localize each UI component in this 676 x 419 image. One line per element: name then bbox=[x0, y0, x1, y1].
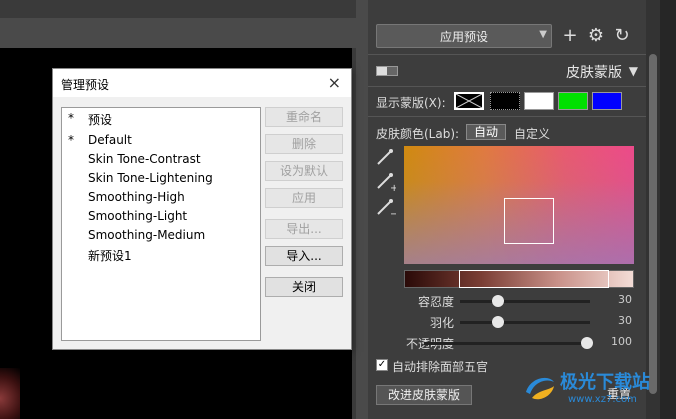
watermark: 极光下载站 www.xz7.com bbox=[516, 366, 676, 419]
slider-knob[interactable] bbox=[581, 337, 593, 349]
manage-presets-dialog: 管理预设 × * 预设 * Default Skin Tone-Contrast S… bbox=[52, 68, 352, 350]
show-mask-label: 显示蒙版(X): bbox=[376, 96, 446, 110]
mask-swatch-blue[interactable] bbox=[592, 92, 622, 110]
mask-swatch-black[interactable] bbox=[490, 92, 520, 110]
section-header[interactable]: 皮肤蒙版 ▼ bbox=[368, 58, 646, 84]
rename-button[interactable]: 重命名 bbox=[265, 107, 343, 127]
divider bbox=[368, 86, 646, 87]
watermark-url: www.xz7.com bbox=[568, 394, 637, 405]
list-item[interactable]: Smoothing-Medium bbox=[62, 225, 260, 244]
slider-label: 容忍度 bbox=[417, 295, 454, 309]
preset-list[interactable]: * 预设 * Default Skin Tone-Contrast Skin Ton… bbox=[61, 107, 261, 341]
custom-label[interactable]: 自定义 bbox=[514, 125, 550, 142]
window-edge bbox=[660, 0, 676, 419]
list-item[interactable]: 新预设1 bbox=[62, 244, 260, 263]
panel-splitter[interactable] bbox=[356, 0, 368, 419]
tone-range-selection[interactable] bbox=[459, 270, 609, 288]
skin-color-label: 皮肤颜色(Lab): bbox=[376, 127, 460, 141]
preset-dropdown[interactable]: 应用预设 ▼ bbox=[376, 24, 552, 48]
eyedropper-icon[interactable] bbox=[376, 148, 396, 168]
color-selection-box[interactable] bbox=[504, 198, 554, 244]
watermark-text: 极光下载站 bbox=[560, 372, 650, 393]
watermark-logo-icon bbox=[526, 377, 554, 400]
slider-track[interactable] bbox=[460, 321, 590, 324]
auto-exclude-checkbox[interactable]: ✓ bbox=[376, 359, 388, 371]
refresh-icon[interactable]: ↻ bbox=[612, 26, 632, 46]
panel-scrollbar[interactable] bbox=[646, 0, 660, 419]
tone-range-bar[interactable] bbox=[404, 270, 634, 288]
toggle-icon[interactable] bbox=[376, 66, 398, 76]
list-item[interactable]: Skin Tone-Contrast bbox=[62, 149, 260, 168]
canvas-toolbar-strip bbox=[0, 18, 360, 48]
slider-value: 100 bbox=[611, 335, 632, 348]
dialog-title: 管理预设 bbox=[61, 78, 110, 92]
chevron-down-icon[interactable]: ▼ bbox=[629, 64, 638, 78]
slider-label: 羽化 bbox=[429, 316, 454, 330]
slider-track[interactable] bbox=[460, 300, 590, 303]
svg-text:−: − bbox=[390, 209, 396, 218]
auto-button[interactable]: 自动 bbox=[466, 124, 506, 140]
list-item[interactable]: Smoothing-Light bbox=[62, 206, 260, 225]
slider-knob[interactable] bbox=[492, 295, 504, 307]
list-item[interactable]: Smoothing-High bbox=[62, 187, 260, 206]
apply-button[interactable]: 应用 bbox=[265, 188, 343, 208]
auto-exclude-label: 自动排除面部五官 bbox=[392, 360, 489, 374]
eyedropper-add-icon[interactable]: + bbox=[376, 172, 398, 194]
scrollbar-thumb[interactable] bbox=[649, 54, 657, 394]
refine-mask-button[interactable]: 改进皮肤蒙版 bbox=[376, 385, 472, 405]
cross-icon bbox=[456, 94, 482, 108]
section-title: 皮肤蒙版 bbox=[566, 65, 622, 81]
add-icon[interactable]: + bbox=[560, 26, 580, 46]
mask-swatch-none[interactable] bbox=[454, 92, 484, 110]
chevron-down-icon: ▼ bbox=[539, 29, 547, 40]
divider bbox=[368, 54, 646, 55]
slider-track[interactable] bbox=[424, 342, 590, 345]
list-item[interactable]: * 预设 bbox=[62, 108, 260, 127]
preset-dropdown-label: 应用预设 bbox=[439, 29, 488, 44]
slider-value: 30 bbox=[618, 314, 632, 327]
list-item[interactable]: * Default bbox=[62, 130, 260, 149]
eyedropper-subtract-icon[interactable]: − bbox=[376, 198, 398, 220]
divider bbox=[368, 116, 646, 117]
slider-value: 30 bbox=[618, 293, 632, 306]
export-button[interactable]: 导出... bbox=[265, 219, 343, 239]
mask-swatch-white[interactable] bbox=[524, 92, 554, 110]
slider-knob[interactable] bbox=[492, 316, 504, 328]
svg-text:+: + bbox=[390, 183, 396, 192]
set-default-button[interactable]: 设为默认 bbox=[265, 161, 343, 181]
color-picker-field[interactable] bbox=[404, 146, 634, 264]
slider-opacity[interactable]: 不透明度 100 bbox=[368, 334, 646, 352]
slider-tolerance[interactable]: 容忍度 30 bbox=[368, 292, 646, 310]
image-fragment bbox=[0, 368, 20, 419]
mask-swatch-green[interactable] bbox=[558, 92, 588, 110]
close-icon[interactable]: × bbox=[328, 73, 341, 92]
close-button[interactable]: 关闭 bbox=[265, 277, 343, 297]
list-item[interactable]: Skin Tone-Lightening bbox=[62, 168, 260, 187]
skin-mask-panel: 应用预设 ▼ + ⚙ ↻ 皮肤蒙版 ▼ 显示蒙版(X): 皮肤颜色(Lab): … bbox=[368, 0, 660, 419]
gear-icon[interactable]: ⚙ bbox=[586, 26, 606, 46]
slider-feather[interactable]: 羽化 30 bbox=[368, 313, 646, 331]
dialog-titlebar: 管理预设 × bbox=[53, 69, 351, 97]
import-button[interactable]: 导入... bbox=[265, 246, 343, 266]
delete-button[interactable]: 删除 bbox=[265, 134, 343, 154]
